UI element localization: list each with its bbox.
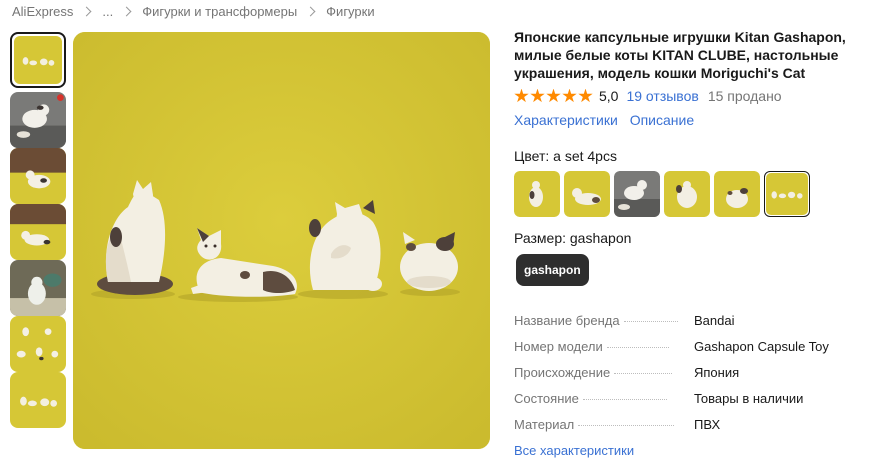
- spec-key: Состояние: [514, 391, 579, 406]
- breadcrumb: AliExpress ... Фигурки и трансформеры Фи…: [12, 3, 375, 19]
- thumbnail-3[interactable]: [10, 148, 66, 204]
- reviews-link[interactable]: 19 отзывов: [626, 88, 698, 104]
- product-title: Японские капсульные игрушки Kitan Gashap…: [514, 29, 846, 81]
- section-links: Характеристики Описание: [514, 112, 702, 128]
- spec-leader: [623, 321, 678, 322]
- all-characteristics-link[interactable]: Все характеристики: [514, 443, 634, 458]
- breadcrumb-figures[interactable]: Фигурки: [326, 4, 374, 19]
- chevron-right-icon: [305, 6, 316, 16]
- star-icon: [562, 88, 577, 103]
- color-swatch-2[interactable]: [564, 171, 610, 217]
- color-swatch-4[interactable]: [664, 171, 710, 217]
- variant-photo: [614, 171, 660, 217]
- spec-value: Товары в наличии: [694, 391, 804, 406]
- sold-count: 15 продано: [707, 88, 782, 104]
- spec-value: ПВХ: [694, 417, 721, 432]
- product-photo: [10, 92, 66, 148]
- spec-key: Происхождение: [514, 365, 611, 380]
- variant-photo: [514, 171, 560, 217]
- star-icon: [578, 88, 593, 103]
- rating-row: 5,0 19 отзывов 15 продано: [514, 88, 782, 104]
- spec-row: Состояние Товары в наличии: [514, 391, 862, 409]
- breadcrumb-aliexpress[interactable]: AliExpress: [12, 4, 73, 19]
- color-swatch-6[interactable]: [764, 171, 810, 217]
- spec-leader: [614, 373, 673, 374]
- spec-leader: [578, 425, 675, 426]
- spec-key: Материал: [514, 417, 575, 432]
- color-swatch-5[interactable]: [714, 171, 760, 217]
- product-photo: [10, 316, 66, 372]
- thumbnail-1[interactable]: [10, 32, 66, 88]
- breadcrumb-figures-transformers[interactable]: Фигурки и трансформеры: [142, 4, 297, 19]
- spec-key: Название бренда: [514, 313, 620, 328]
- size-label: Размер: gashapon: [514, 230, 632, 246]
- variant-photo: [564, 171, 610, 217]
- spec-row: Материал ПВХ: [514, 417, 862, 435]
- product-photo: [10, 148, 66, 204]
- color-swatch-3[interactable]: [614, 171, 660, 217]
- spec-value: Bandai: [694, 313, 735, 328]
- variant-photo: [714, 171, 760, 217]
- spec-row: Название бренда Bandai: [514, 313, 862, 331]
- rating-value: 5,0: [599, 88, 619, 104]
- color-swatches: [514, 171, 810, 217]
- star-icon: [546, 88, 561, 103]
- color-swatch-1[interactable]: [514, 171, 560, 217]
- thumbnail-6[interactable]: [10, 316, 66, 372]
- variant-photo: [664, 171, 710, 217]
- product-photo: [10, 372, 66, 428]
- size-option-gashapon[interactable]: gashapon: [516, 254, 589, 286]
- star-icon: [530, 88, 545, 103]
- product-photo: [10, 204, 66, 260]
- rating-stars: [514, 88, 593, 104]
- star-icon: [514, 88, 529, 103]
- description-link[interactable]: Описание: [630, 112, 694, 128]
- spec-row: Номер модели Gashapon Capsule Toy: [514, 339, 862, 357]
- spec-value: Япония: [694, 365, 740, 380]
- product-photo: [14, 36, 62, 84]
- thumbnail-7[interactable]: [10, 372, 66, 428]
- spec-leader: [606, 347, 669, 348]
- main-product-image[interactable]: [73, 32, 490, 449]
- color-label: Цвет: a set 4pcs: [514, 148, 617, 164]
- thumbnail-5[interactable]: [10, 260, 66, 316]
- thumbnail-2[interactable]: [10, 92, 66, 148]
- chevron-right-icon: [81, 6, 92, 16]
- characteristics-link[interactable]: Характеристики: [514, 112, 618, 128]
- spec-row: Происхождение Япония: [514, 365, 862, 383]
- variant-photo: [766, 173, 808, 215]
- thumbnail-4[interactable]: [10, 204, 66, 260]
- spec-value: Gashapon Capsule Toy: [694, 339, 829, 354]
- spec-key: Номер модели: [514, 339, 603, 354]
- chevron-right-icon: [121, 6, 132, 16]
- breadcrumb-ellipsis[interactable]: ...: [102, 4, 113, 19]
- product-photo: [10, 260, 66, 316]
- spec-leader: [582, 399, 667, 400]
- product-info: Японские капсульные игрушки Kitan Gashap…: [514, 28, 862, 458]
